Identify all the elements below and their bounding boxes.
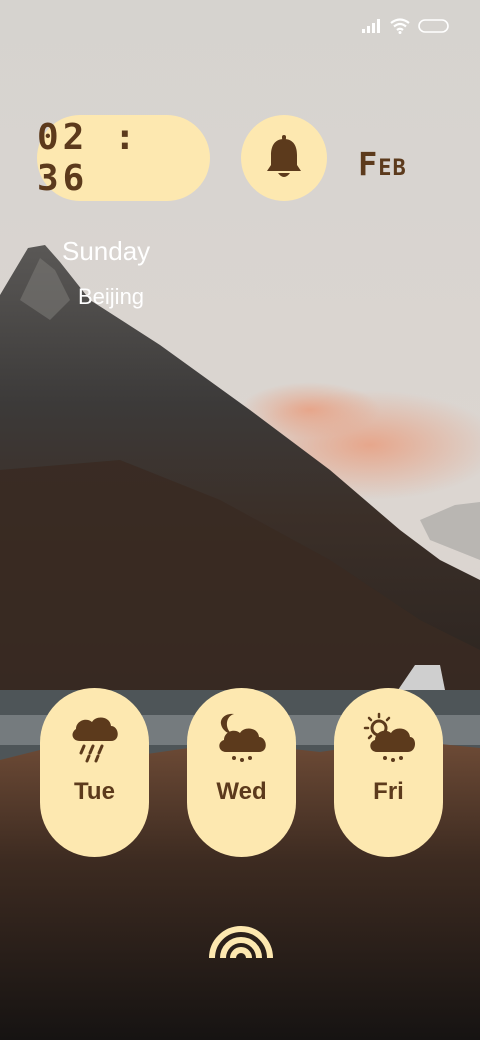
city-label: Beijing xyxy=(78,284,145,309)
clock-time: 02 : 36 xyxy=(37,117,140,199)
alarm-button[interactable] xyxy=(241,115,327,201)
night-moon-cloud-icon xyxy=(218,713,266,762)
battery-icon xyxy=(418,19,449,33)
sun-behind-cloud-icon xyxy=(363,712,415,762)
forecast-card-wed[interactable]: Wed xyxy=(187,688,296,857)
rainbow-icon[interactable] xyxy=(208,920,274,960)
heavy-rain-cloud-icon xyxy=(72,717,118,763)
forecast-day-label: Wed xyxy=(216,778,267,805)
forecast-card-fri[interactable]: Fri xyxy=(334,688,443,857)
wifi-icon xyxy=(390,18,410,34)
status-bar xyxy=(362,14,450,38)
forecast-day-label: Fri xyxy=(373,778,404,805)
forecast-day-label: Tue xyxy=(74,778,115,805)
home-screen: 02 : 36 Feb Sunday Beijing Tue Wed Fri xyxy=(0,0,480,1040)
forecast-card-tue[interactable]: Tue xyxy=(40,688,149,857)
bell-icon xyxy=(267,135,301,177)
signal-icon xyxy=(362,19,380,33)
month-label: Feb xyxy=(358,145,407,183)
weekday-label: Sunday xyxy=(62,236,151,266)
clock-widget[interactable]: 02 : 36 xyxy=(37,115,210,201)
